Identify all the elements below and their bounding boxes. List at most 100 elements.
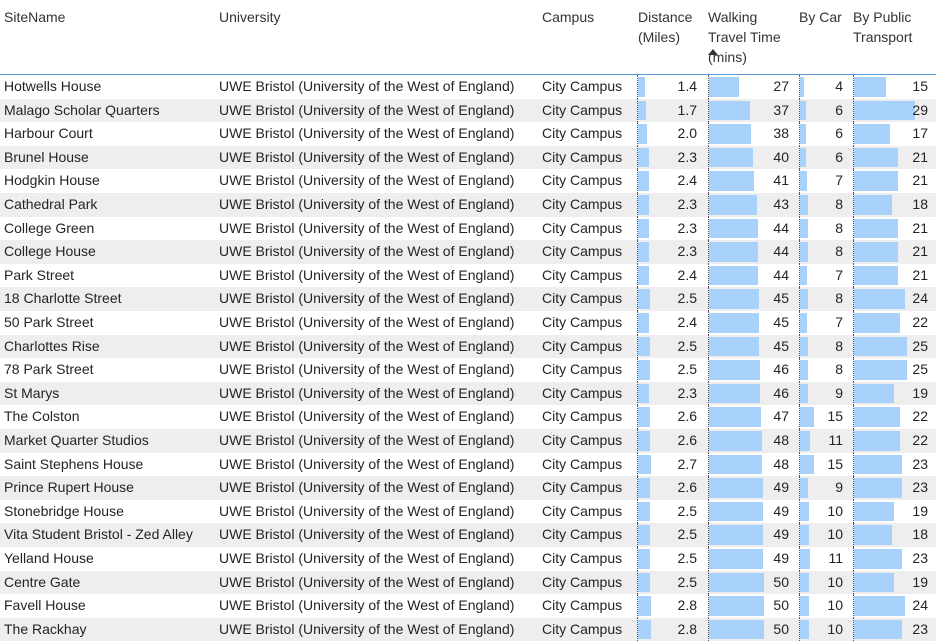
cell-walk: 40 xyxy=(773,148,789,165)
table-row[interactable]: Vita Student Bristol - Zed Alley UWE Bris… xyxy=(0,523,936,547)
cell-sitename: 18 Charlotte Street xyxy=(4,290,122,307)
cell-distance: 2.6 xyxy=(677,479,697,496)
cell-university: UWE Bristol (University of the West of E… xyxy=(219,290,515,307)
cell-sitename: Market Quarter Studios xyxy=(4,432,149,448)
cell-walk: 38 xyxy=(773,125,789,142)
table-row[interactable]: Yelland House UWE Bristol (University of … xyxy=(0,547,936,571)
header-public-transport[interactable]: By Public Transport xyxy=(853,7,912,47)
cell-sitename: Brunel House xyxy=(4,148,89,165)
cell-car: 6 xyxy=(835,148,843,165)
travel-table: SiteName University Campus Distance (Mil… xyxy=(0,0,936,641)
cell-university: UWE Bristol (University of the West of E… xyxy=(219,78,515,94)
cell-sitename: Stonebridge House xyxy=(4,502,124,519)
table-row[interactable]: College Green UWE Bristol (University of … xyxy=(0,216,936,241)
cell-university: UWE Bristol (University of the West of E… xyxy=(219,219,515,236)
cell-university: UWE Bristol (University of the West of E… xyxy=(219,361,515,378)
cell-distance: 2.8 xyxy=(677,620,697,637)
cell-walk: 44 xyxy=(773,266,789,283)
table-row[interactable]: Charlottes Rise UWE Bristol (University o… xyxy=(0,334,936,359)
header-sitename[interactable]: SiteName xyxy=(4,7,65,27)
cell-distance: 2.0 xyxy=(677,125,697,142)
cell-walk: 50 xyxy=(773,597,789,614)
cell-university: UWE Bristol (University of the West of E… xyxy=(219,101,515,118)
table-row[interactable]: Hodgkin House UWE Bristol (University of … xyxy=(0,169,936,193)
table-row[interactable]: Favell House UWE Bristol (University of t… xyxy=(0,594,936,618)
cell-pt: 23 xyxy=(912,550,928,566)
sort-ascending-icon[interactable] xyxy=(708,49,718,55)
table-row[interactable]: St Marys UWE Bristol (University of the W… xyxy=(0,381,936,406)
cell-sitename: Cathedral Park xyxy=(4,196,98,212)
table-row[interactable]: The Colston UWE Bristol (University of th… xyxy=(0,405,936,429)
cell-pt: 23 xyxy=(912,479,928,496)
cell-car: 7 xyxy=(835,172,843,189)
table-row[interactable]: 50 Park Street UWE Bristol (University of… xyxy=(0,311,936,335)
cell-walk: 45 xyxy=(773,290,789,307)
cell-sitename: 50 Park Street xyxy=(4,314,94,330)
cell-sitename: St Marys xyxy=(4,384,60,401)
table-row[interactable]: Brunel House UWE Bristol (University of t… xyxy=(0,145,936,170)
cell-university: UWE Bristol (University of the West of E… xyxy=(219,266,515,283)
cell-car: 4 xyxy=(835,78,843,94)
cell-walk: 45 xyxy=(773,314,789,330)
table-row[interactable]: 78 Park Street UWE Bristol (University of… xyxy=(0,358,936,382)
cell-pt: 19 xyxy=(912,573,928,590)
table-row[interactable]: Park Street UWE Bristol (University of th… xyxy=(0,263,936,288)
cell-sitename: Malago Scholar Quarters xyxy=(4,101,160,118)
table-row[interactable]: Market Quarter Studios UWE Bristol (Unive… xyxy=(0,429,936,453)
cell-university: UWE Bristol (University of the West of E… xyxy=(219,455,515,472)
header-by-car[interactable]: By Car xyxy=(799,7,842,27)
cell-sitename: Centre Gate xyxy=(4,573,81,590)
cell-distance: 2.3 xyxy=(677,243,697,260)
cell-pt: 19 xyxy=(912,384,928,401)
cell-walk: 49 xyxy=(773,502,789,519)
cell-car: 8 xyxy=(835,219,843,236)
cell-sitename: 78 Park Street xyxy=(4,361,94,378)
cell-sitename: College House xyxy=(4,243,96,260)
cell-car: 9 xyxy=(835,384,843,401)
table-row[interactable]: Cathedral Park UWE Bristol (University of… xyxy=(0,193,936,217)
cell-walk: 48 xyxy=(773,432,789,448)
cell-sitename: Favell House xyxy=(4,597,86,614)
header-walking-time[interactable]: Walking Travel Time (mins) xyxy=(708,7,781,67)
cell-walk: 27 xyxy=(773,78,789,94)
cell-campus: City Campus xyxy=(542,337,623,354)
header-distance[interactable]: Distance (Miles) xyxy=(638,7,692,47)
cell-sitename: Park Street xyxy=(4,266,75,283)
table-row[interactable]: Saint Stephens House UWE Bristol (Univers… xyxy=(0,452,936,477)
table-row[interactable]: Hotwells House UWE Bristol (University of… xyxy=(0,75,936,99)
cell-distance: 2.3 xyxy=(677,219,697,236)
table-row[interactable]: College House UWE Bristol (University of … xyxy=(0,240,936,264)
cell-pt: 22 xyxy=(912,314,928,330)
header-university[interactable]: University xyxy=(219,7,280,27)
table-row[interactable]: Malago Scholar Quarters UWE Bristol (Univ… xyxy=(0,98,936,123)
cell-distance: 2.5 xyxy=(677,337,697,354)
cell-walk: 48 xyxy=(773,455,789,472)
cell-campus: City Campus xyxy=(542,148,623,165)
cell-campus: City Campus xyxy=(542,266,623,283)
cell-distance: 2.8 xyxy=(677,597,697,614)
cell-university: UWE Bristol (University of the West of E… xyxy=(219,479,515,496)
cell-campus: City Campus xyxy=(542,361,623,378)
cell-campus: City Campus xyxy=(542,125,623,142)
cell-campus: City Campus xyxy=(542,384,623,401)
cell-campus: City Campus xyxy=(542,597,623,614)
table-row[interactable]: The Rackhay UWE Bristol (University of th… xyxy=(0,617,936,641)
cell-distance: 1.7 xyxy=(677,101,697,118)
cell-campus: City Campus xyxy=(542,408,623,425)
cell-pt: 18 xyxy=(912,196,928,212)
cell-university: UWE Bristol (University of the West of E… xyxy=(219,573,515,590)
cell-car: 15 xyxy=(827,408,843,425)
table-row[interactable]: Stonebridge House UWE Bristol (University… xyxy=(0,499,936,524)
table-row[interactable]: Prince Rupert House UWE Bristol (Universi… xyxy=(0,476,936,500)
cell-sitename: Hodgkin House xyxy=(4,172,100,189)
cell-car: 8 xyxy=(835,196,843,212)
cell-campus: City Campus xyxy=(542,78,623,94)
cell-walk: 41 xyxy=(773,172,789,189)
header-campus[interactable]: Campus xyxy=(542,7,594,27)
table-row[interactable]: Harbour Court UWE Bristol (University of … xyxy=(0,122,936,146)
cell-car: 8 xyxy=(835,243,843,260)
table-row[interactable]: Centre Gate UWE Bristol (University of th… xyxy=(0,570,936,595)
table-row[interactable]: 18 Charlotte Street UWE Bristol (Universi… xyxy=(0,287,936,311)
cell-pt: 29 xyxy=(912,101,928,118)
cell-car: 7 xyxy=(835,314,843,330)
